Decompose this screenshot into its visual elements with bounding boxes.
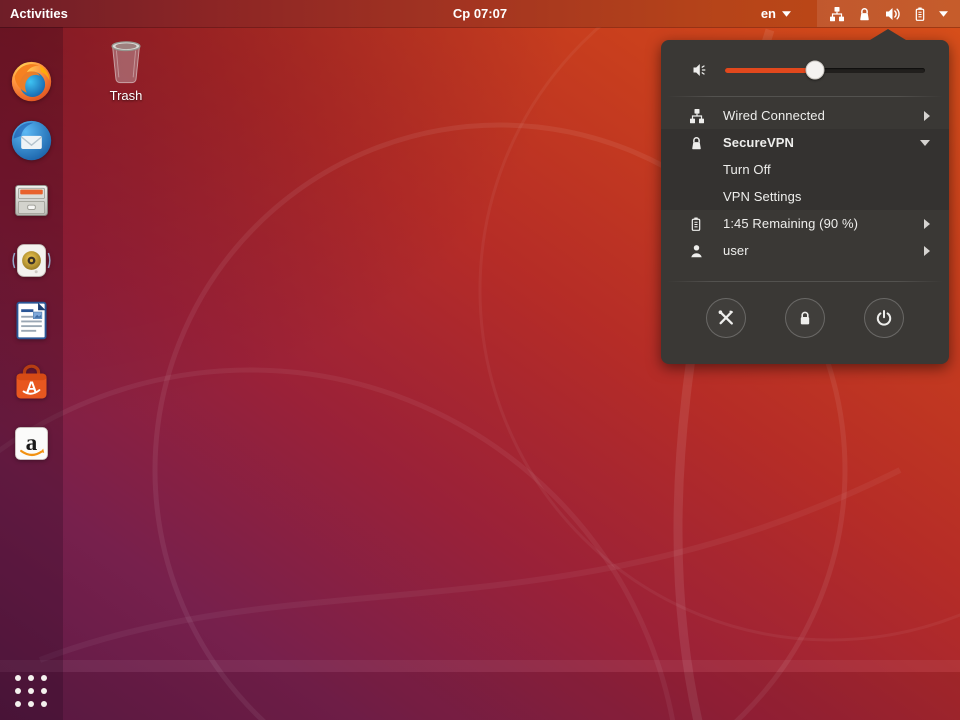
vpn-lock-icon xyxy=(689,135,705,151)
menu-item-label: SecureVPN xyxy=(723,135,794,150)
network-wired-icon xyxy=(830,6,844,21)
vpn-lock-icon xyxy=(860,7,869,20)
dot xyxy=(27,687,34,694)
volume-slider-handle[interactable] xyxy=(805,60,825,80)
lock-screen-button[interactable] xyxy=(785,298,825,338)
menu-item-securevpn[interactable]: SecureVPN xyxy=(661,129,949,156)
power-icon xyxy=(876,310,892,326)
menu-item-battery[interactable]: 1:45 Remaining (90 %) xyxy=(661,210,949,237)
menu-item-label: 1:45 Remaining (90 %) xyxy=(723,216,859,231)
dot xyxy=(27,700,34,707)
files-icon[interactable] xyxy=(8,176,54,222)
separator xyxy=(661,96,949,97)
system-status-area[interactable] xyxy=(817,0,960,27)
wallpaper-band-shade xyxy=(0,672,960,720)
keyboard-layout-indicator[interactable]: en xyxy=(761,6,791,21)
amazon-icon[interactable]: a xyxy=(8,420,54,466)
menu-item-label: Turn Off xyxy=(723,162,771,177)
settings-button[interactable] xyxy=(706,298,746,338)
dot xyxy=(27,675,34,682)
menu-item-label: VPN Settings xyxy=(723,189,802,204)
top-bar: Activities Ср 07:07 en xyxy=(0,0,960,27)
separator xyxy=(661,281,949,282)
system-action-buttons xyxy=(661,298,949,338)
volume-speaker-icon xyxy=(693,64,706,76)
trash-label: Trash xyxy=(109,88,143,103)
menu-item-wired-connected[interactable]: Wired Connected xyxy=(661,102,949,129)
menu-item-vpn-settings[interactable]: VPN Settings xyxy=(661,183,949,210)
dot xyxy=(15,700,22,707)
show-applications-button[interactable] xyxy=(8,670,54,712)
firefox-icon[interactable] xyxy=(8,58,54,104)
dock: A a xyxy=(0,27,63,720)
volume-slider-fill xyxy=(725,67,815,73)
dot xyxy=(40,675,47,682)
thunderbird-icon[interactable] xyxy=(8,117,54,163)
wallpaper-band xyxy=(0,660,960,672)
status-area: en xyxy=(761,0,960,27)
dot xyxy=(15,687,22,694)
ubuntu-software-icon[interactable]: A xyxy=(8,360,54,406)
menu-item-vpn-turn-off[interactable]: Turn Off xyxy=(661,156,949,183)
svg-text:a: a xyxy=(25,430,37,456)
vpn-submenu: SecureVPN Turn Off VPN Settings xyxy=(661,129,949,210)
chevron-down-icon xyxy=(920,139,930,146)
volume-slider-track[interactable] xyxy=(725,60,925,80)
network-wired-icon xyxy=(689,108,705,124)
desktop: Activities Ср 07:07 en A a Trash Wired C… xyxy=(0,0,960,720)
rhythmbox-icon[interactable] xyxy=(8,237,54,283)
menu-item-label: Wired Connected xyxy=(723,108,825,123)
menu-item-user[interactable]: user xyxy=(661,237,949,264)
power-button[interactable] xyxy=(864,298,904,338)
trash-bin-icon xyxy=(111,41,141,84)
battery-icon xyxy=(915,7,925,21)
menu-arrow xyxy=(870,29,906,40)
volume-row xyxy=(661,48,949,92)
chevron-right-icon xyxy=(924,110,930,121)
menu-item-label: user xyxy=(723,243,749,258)
dot xyxy=(15,675,22,682)
user-icon xyxy=(689,243,705,259)
volume-slider[interactable] xyxy=(725,60,925,80)
settings-tools-icon xyxy=(718,310,734,325)
caret-down-icon xyxy=(939,10,948,17)
battery-icon xyxy=(689,216,705,232)
system-menu: Wired Connected SecureVPN Turn Off VPN S… xyxy=(661,29,949,364)
libreoffice-writer-icon[interactable] xyxy=(8,297,54,343)
caret-down-icon xyxy=(782,10,791,17)
keyboard-layout-label: en xyxy=(760,6,776,21)
trash-desktop-icon[interactable]: Trash xyxy=(97,37,155,103)
chevron-right-icon xyxy=(924,218,930,229)
chevron-right-icon xyxy=(924,245,930,256)
dot xyxy=(40,687,47,694)
volume-icon xyxy=(886,7,900,20)
lock-icon xyxy=(800,311,810,325)
dot xyxy=(40,700,47,707)
